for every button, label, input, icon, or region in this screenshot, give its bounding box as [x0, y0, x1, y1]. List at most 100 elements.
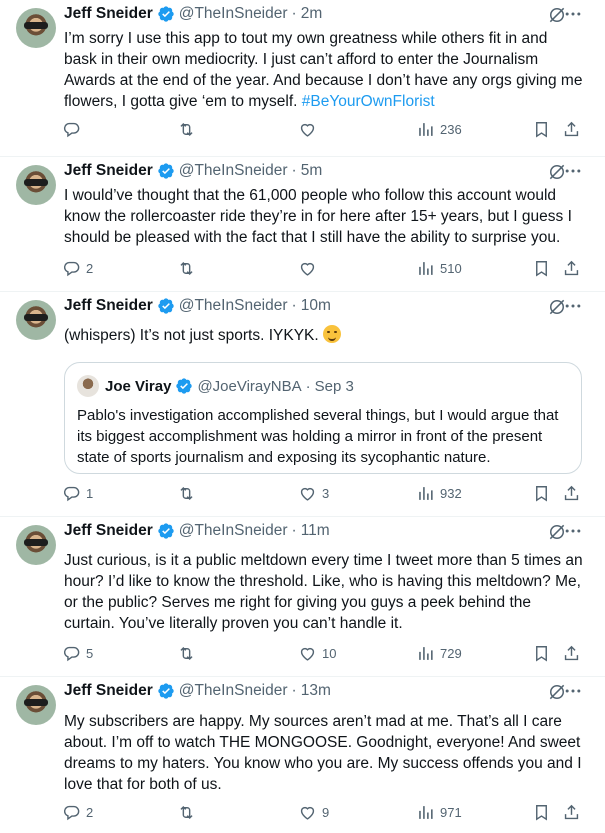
timestamp[interactable]: 5m — [301, 162, 323, 180]
bookmark-icon — [536, 645, 547, 662]
view-count: 971 — [440, 804, 462, 820]
reply-button[interactable]: 5 — [62, 641, 93, 665]
views-button[interactable]: 236 — [416, 117, 462, 141]
bookmark-button[interactable] — [532, 256, 551, 280]
separator: · — [291, 522, 297, 539]
tweet[interactable]: Jeff Sneider @TheInSneider · 10m (whispe… — [0, 292, 605, 517]
tweet-header: Jeff Sneider @TheInSneider · 10m — [64, 295, 331, 317]
author-name[interactable]: Jeff Sneider — [64, 297, 153, 315]
retweet-icon — [180, 261, 193, 275]
timeline: Jeff Sneider @TheInSneider · 2m I’m sorr… — [0, 0, 605, 833]
views-button[interactable]: 510 — [416, 256, 462, 280]
author-handle[interactable]: @TheInSneider — [179, 162, 288, 180]
timestamp[interactable]: 10m — [301, 297, 331, 315]
like-button[interactable] — [298, 256, 322, 280]
tweet[interactable]: Jeff Sneider @TheInSneider · 5m I would’… — [0, 157, 605, 292]
retweet-button[interactable] — [177, 117, 201, 141]
view-count: 236 — [440, 121, 462, 137]
retweet-button[interactable] — [177, 256, 201, 280]
share-button[interactable] — [562, 256, 581, 280]
share-icon — [564, 804, 579, 819]
retweet-icon — [180, 805, 193, 819]
retweet-icon — [180, 646, 193, 660]
quoted-author-handle[interactable]: @JoeVirayNBA — [197, 378, 301, 395]
tweet-actions: 5 10 729 — [58, 641, 588, 665]
share-icon — [564, 645, 579, 660]
more-options-icon[interactable] — [563, 296, 583, 316]
author-name[interactable]: Jeff Sneider — [64, 5, 153, 23]
tweet[interactable]: Jeff Sneider @TheInSneider · 2m I’m sorr… — [0, 0, 605, 157]
share-icon — [564, 485, 579, 500]
more-options-icon[interactable] — [563, 521, 583, 541]
smiling-face-emoji-icon — [323, 325, 341, 343]
avatar[interactable] — [16, 165, 56, 205]
share-button[interactable] — [562, 641, 581, 665]
tweet-text: I’m sorry I use this app to tout my own … — [64, 28, 584, 112]
quoted-timestamp[interactable]: Sep 3 — [315, 378, 354, 395]
reply-button[interactable] — [62, 117, 86, 141]
author-handle[interactable]: @TheInSneider — [179, 682, 288, 700]
timestamp[interactable]: 13m — [301, 682, 331, 700]
share-button[interactable] — [562, 800, 581, 824]
author-handle[interactable]: @TheInSneider — [179, 5, 288, 23]
separator: · — [291, 162, 297, 179]
views-button[interactable]: 971 — [416, 800, 462, 824]
heart-icon — [300, 262, 315, 276]
like-count: 10 — [322, 645, 337, 661]
tweet[interactable]: Jeff Sneider @TheInSneider · 11m Just cu… — [0, 517, 605, 677]
avatar[interactable] — [16, 525, 56, 565]
more-options-icon[interactable] — [563, 161, 583, 181]
quoted-avatar[interactable] — [77, 375, 99, 397]
separator: · — [305, 377, 311, 395]
reply-icon — [63, 486, 80, 501]
bookmark-button[interactable] — [532, 800, 551, 824]
author-handle[interactable]: @TheInSneider — [179, 297, 288, 315]
author-name[interactable]: Jeff Sneider — [64, 522, 153, 540]
retweet-icon — [180, 486, 193, 500]
like-button[interactable] — [298, 117, 322, 141]
like-button[interactable]: 3 — [298, 481, 329, 505]
avatar[interactable] — [16, 685, 56, 725]
views-button[interactable]: 932 — [416, 481, 462, 505]
hashtag-link[interactable]: #BeYourOwnFlorist — [302, 93, 435, 110]
more-options-icon[interactable] — [563, 681, 583, 701]
author-name[interactable]: Jeff Sneider — [64, 162, 153, 180]
heart-icon — [300, 123, 315, 137]
like-button[interactable]: 10 — [298, 641, 336, 665]
tweet-text: I would’ve thought that the 61,000 peopl… — [64, 187, 572, 246]
more-options-icon[interactable] — [563, 4, 583, 24]
bookmark-button[interactable] — [532, 117, 551, 141]
share-button[interactable] — [562, 117, 581, 141]
retweet-button[interactable] — [177, 800, 201, 824]
bookmark-icon — [536, 485, 547, 502]
bookmark-button[interactable] — [532, 481, 551, 505]
reply-button[interactable]: 1 — [62, 481, 93, 505]
timestamp[interactable]: 11m — [301, 522, 330, 540]
verified-badge-icon — [158, 683, 174, 699]
tweet-text: (whispers) It’s not just sports. IYKYK. — [64, 325, 584, 346]
retweet-icon — [180, 122, 193, 136]
reply-button[interactable]: 2 — [62, 256, 93, 280]
like-button[interactable]: 9 — [298, 800, 329, 824]
reply-button[interactable]: 2 — [62, 800, 93, 824]
bookmark-button[interactable] — [532, 641, 551, 665]
like-count: 9 — [322, 804, 330, 820]
analytics-icon — [419, 122, 433, 136]
separator: · — [291, 5, 297, 22]
avatar[interactable] — [16, 8, 56, 48]
reply-icon — [63, 122, 80, 137]
retweet-button[interactable] — [177, 641, 201, 665]
retweet-button[interactable] — [177, 481, 201, 505]
reply-count: 2 — [86, 804, 94, 820]
share-icon — [564, 121, 579, 136]
tweet[interactable]: Jeff Sneider @TheInSneider · 13m My subs… — [0, 677, 605, 833]
timestamp[interactable]: 2m — [301, 5, 323, 23]
author-handle[interactable]: @TheInSneider — [179, 522, 288, 540]
quoted-author-name[interactable]: Joe Viray — [105, 378, 171, 395]
share-button[interactable] — [562, 481, 581, 505]
avatar[interactable] — [16, 300, 56, 340]
author-name[interactable]: Jeff Sneider — [64, 682, 153, 700]
quoted-tweet[interactable]: Joe Viray @JoeVirayNBA · Sep 3 Pablo's i… — [64, 362, 582, 474]
views-button[interactable]: 729 — [416, 641, 462, 665]
reply-count: 1 — [86, 485, 94, 501]
